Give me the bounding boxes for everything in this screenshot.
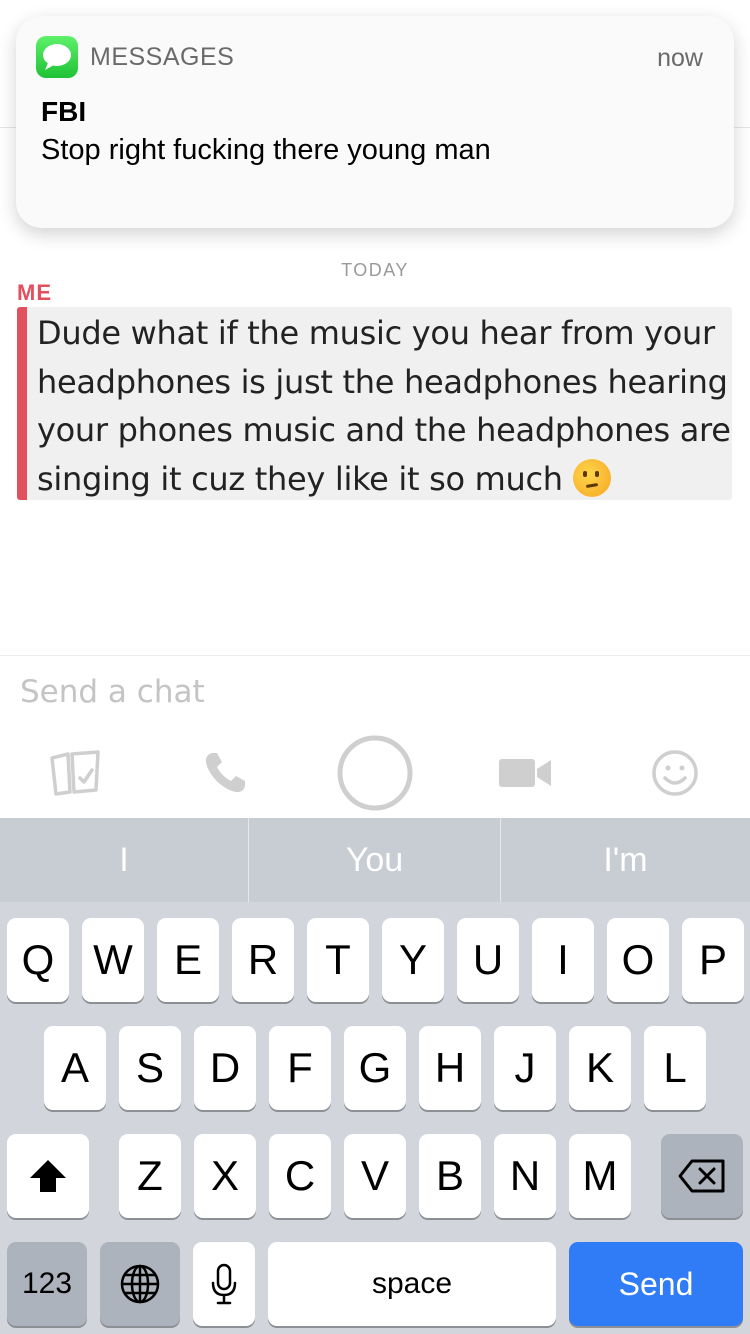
message-text-content: Dude what if the music you hear from you… [37, 314, 731, 498]
key-j[interactable]: J [494, 1026, 556, 1110]
key-k[interactable]: K [569, 1026, 631, 1110]
messages-app-icon [36, 36, 78, 78]
chat-action-bar [0, 730, 750, 816]
globe-icon [120, 1264, 160, 1304]
key-r[interactable]: R [232, 918, 294, 1002]
key-x[interactable]: X [194, 1134, 256, 1218]
backspace-icon [678, 1159, 725, 1193]
key-v[interactable]: V [344, 1134, 406, 1218]
key-q[interactable]: Q [7, 918, 69, 1002]
shift-key[interactable] [7, 1134, 89, 1218]
thinking-face-emoji-icon [572, 458, 611, 497]
key-m[interactable]: M [569, 1134, 631, 1218]
space-key[interactable]: space [268, 1242, 556, 1326]
send-key[interactable]: Send [569, 1242, 743, 1326]
input-divider [0, 655, 750, 656]
key-g[interactable]: G [344, 1026, 406, 1110]
key-d[interactable]: D [194, 1026, 256, 1110]
memories-card-icon[interactable] [35, 730, 115, 816]
capture-circle-icon[interactable] [330, 730, 420, 816]
dictation-key[interactable] [193, 1242, 255, 1326]
numbers-key[interactable]: 123 [7, 1242, 87, 1326]
suggestion-3[interactable]: I'm [501, 818, 750, 902]
key-u[interactable]: U [457, 918, 519, 1002]
smiley-icon[interactable] [635, 730, 715, 816]
notification-sender: FBI [41, 96, 87, 127]
key-s[interactable]: S [119, 1026, 181, 1110]
key-y[interactable]: Y [382, 918, 444, 1002]
video-camera-icon[interactable] [485, 730, 565, 816]
key-l[interactable]: L [644, 1026, 706, 1110]
keyboard: I You I'm Q W E R T Y U I O P A S D F G … [0, 818, 750, 1334]
chat-message-text: Dude what if the music you hear from you… [37, 309, 737, 503]
suggestion-1[interactable]: I [0, 818, 248, 902]
microphone-icon [211, 1263, 237, 1305]
key-t[interactable]: T [307, 918, 369, 1002]
key-z[interactable]: Z [119, 1134, 181, 1218]
key-a[interactable]: A [44, 1026, 106, 1110]
key-h[interactable]: H [419, 1026, 481, 1110]
globe-key[interactable] [100, 1242, 180, 1326]
notification-app-name: MESSAGES [90, 43, 235, 71]
notification-body: Stop right fucking there young man [41, 134, 491, 166]
suggestion-2[interactable]: You [249, 818, 500, 902]
key-o[interactable]: O [607, 918, 669, 1002]
key-c[interactable]: C [269, 1134, 331, 1218]
phone-icon[interactable] [185, 730, 265, 816]
sender-label: ME [17, 280, 52, 305]
chat-message[interactable]: Dude what if the music you hear from you… [17, 307, 732, 500]
key-e[interactable]: E [157, 918, 219, 1002]
notification-banner[interactable]: MESSAGES now FBI Stop right fucking ther… [16, 16, 734, 228]
key-f[interactable]: F [269, 1026, 331, 1110]
backspace-key[interactable] [661, 1134, 743, 1218]
chat-input[interactable] [20, 670, 720, 714]
key-b[interactable]: B [419, 1134, 481, 1218]
key-p[interactable]: P [682, 918, 744, 1002]
notification-time: now [657, 44, 703, 72]
key-w[interactable]: W [82, 918, 144, 1002]
suggestion-bar: I You I'm [0, 818, 750, 902]
key-i[interactable]: I [532, 918, 594, 1002]
date-separator: TODAY [341, 260, 409, 280]
shift-arrow-icon [30, 1160, 66, 1192]
key-n[interactable]: N [494, 1134, 556, 1218]
